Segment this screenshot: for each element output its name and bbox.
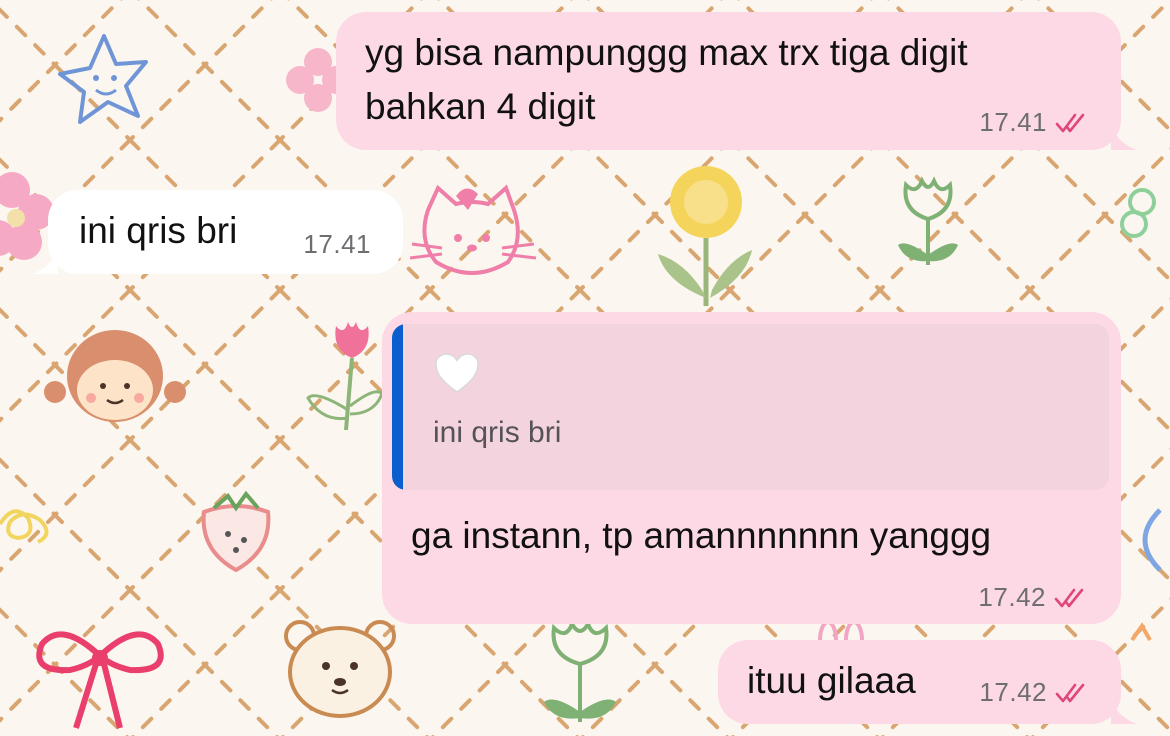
message-text: ini qris bri	[79, 210, 238, 251]
message-text: ituu gilaaa	[747, 660, 916, 701]
message-time: 17.41	[979, 107, 1047, 137]
message-meta: 17.42	[979, 677, 1089, 708]
message-text: bahkan 4 digit	[365, 86, 596, 127]
bubble-tail	[1111, 696, 1137, 724]
message-time: 17.42	[978, 582, 1046, 612]
reply-quote[interactable]: ini qris bri	[392, 324, 1109, 490]
message-time: 17.41	[303, 229, 371, 259]
message-meta: 17.41	[979, 107, 1089, 138]
message-bubble-incoming[interactable]: ini qris bri 17.41	[32, 190, 403, 274]
message-text: ga instann, tp amannnnnnn yanggg	[411, 515, 992, 556]
message-meta: 17.42	[978, 582, 1088, 613]
message-text: yg bisa nampunggg max trx tiga digit	[365, 32, 968, 73]
bubble-tail	[1111, 122, 1137, 150]
bubble-tail	[32, 246, 58, 274]
reply-quote-text: ini qris bri	[433, 416, 562, 449]
double-check-icon	[1055, 683, 1085, 702]
message-bubble-outgoing[interactable]: ituu gilaaa 17.42	[718, 640, 1137, 724]
white-heart-icon	[435, 353, 479, 393]
message-bubble-outgoing[interactable]: yg bisa nampunggg max trx tiga digit bah…	[336, 12, 1137, 150]
double-check-icon	[1054, 588, 1084, 607]
double-check-icon	[1055, 113, 1085, 132]
message-meta: 17.41	[303, 229, 371, 260]
reply-quote-accent-bar	[392, 324, 403, 490]
message-time: 17.42	[979, 677, 1047, 707]
